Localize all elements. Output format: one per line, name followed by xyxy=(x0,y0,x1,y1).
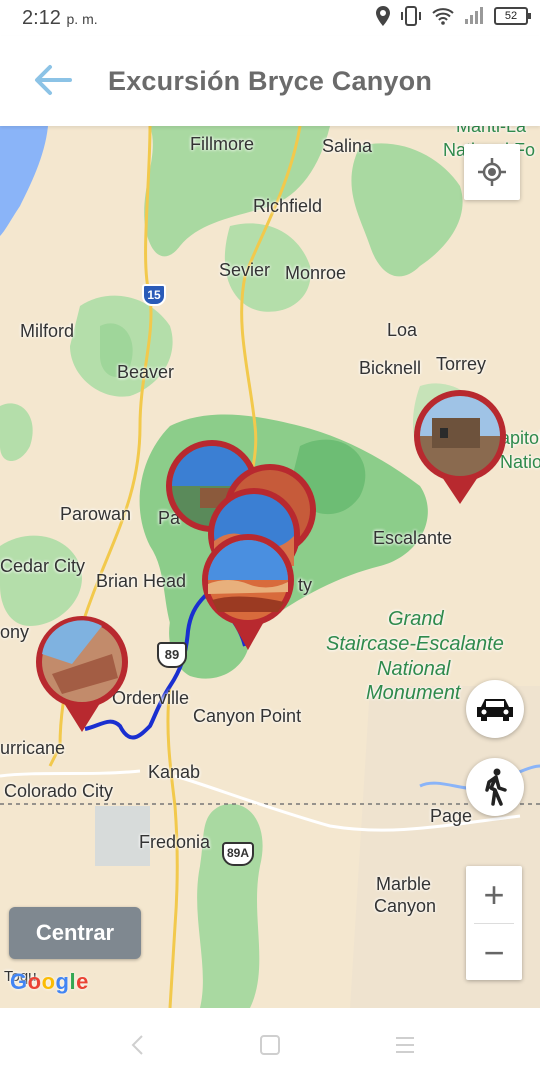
place-salina: Salina xyxy=(322,136,373,156)
system-nav-bar xyxy=(0,1008,540,1080)
page-title: Excursión Bryce Canyon xyxy=(108,66,433,96)
app-header: Excursión Bryce Canyon xyxy=(0,36,540,126)
zoom-out-button[interactable]: − xyxy=(466,924,522,981)
status-time: 2:12 p. m. xyxy=(22,7,98,30)
place-gsenm-national: National xyxy=(377,658,451,680)
chevron-left-icon xyxy=(131,1035,143,1055)
highway-shield-us89-label: 89 xyxy=(164,647,180,662)
zoom-in-button[interactable]: + xyxy=(466,866,522,923)
highway-shield-us89a: 89A xyxy=(222,842,254,866)
status-icons: 52 xyxy=(376,6,531,26)
highway-shield-i15-label: 15 xyxy=(147,288,161,302)
status-time-suffix: p. m. xyxy=(66,11,98,27)
highway-shield-i15: 15 xyxy=(142,284,166,306)
place-sevier: Sevier xyxy=(219,260,271,280)
place-beaver: Beaver xyxy=(117,362,175,382)
place-gsenm-staircase: Staircase-Escalante xyxy=(326,633,504,655)
signal-icon xyxy=(465,7,483,24)
place-kanab: Kanab xyxy=(148,762,201,782)
mode-walk-button[interactable] xyxy=(466,758,524,816)
place-parowan: Parowan xyxy=(60,504,132,524)
home-square-icon xyxy=(260,1035,280,1055)
nav-home-button[interactable] xyxy=(255,1032,285,1058)
place-escalante: Escalante xyxy=(373,528,453,548)
place-torrey: Torrey xyxy=(436,354,487,374)
place-colorado-city: Colorado City xyxy=(4,781,114,801)
crosshair-location-icon xyxy=(478,158,506,186)
place-hurricane: urricane xyxy=(0,738,66,758)
back-button[interactable] xyxy=(30,60,76,100)
place-loa: Loa xyxy=(387,320,418,340)
place-gsenm-monument: Monument xyxy=(366,682,461,704)
location-pin-icon xyxy=(376,6,390,26)
place-brian-head: Brian Head xyxy=(96,571,187,591)
place-canyon-point: Canyon Point xyxy=(193,706,302,726)
place-marble: Marble xyxy=(376,874,432,894)
arrow-left-icon xyxy=(35,65,72,95)
place-richfield: Richfield xyxy=(253,196,323,216)
place-canyon: Canyon xyxy=(374,896,437,916)
highway-shield-us89: 89 xyxy=(157,642,187,668)
pedestrian-walk-icon xyxy=(485,768,507,806)
google-logo: Google xyxy=(10,969,89,994)
place-bicknell: Bicknell xyxy=(359,358,422,378)
car-icon xyxy=(477,699,513,721)
nav-back-button[interactable] xyxy=(122,1032,152,1058)
zoom-controls: + − xyxy=(466,866,522,980)
highway-shield-us89a-label: 89A xyxy=(226,846,249,860)
battery-indicator: 52 xyxy=(494,7,531,25)
menu-lines-icon xyxy=(396,1037,414,1053)
my-location-button[interactable] xyxy=(464,144,520,200)
app-screen: 2:12 p. m. 52 Excursión Bryce Canyon Fil… xyxy=(0,0,540,1080)
place-cedar-city: Cedar City xyxy=(0,556,86,576)
map-view[interactable]: Fillmore Salina Manti-La National Fo Ric… xyxy=(0,126,540,1008)
place-manti: Manti-La xyxy=(456,126,527,136)
place-milford: Milford xyxy=(20,321,75,341)
vibrate-icon xyxy=(401,6,421,26)
place-fillmore: Fillmore xyxy=(190,134,255,154)
place-monroe: Monroe xyxy=(285,263,347,283)
nav-menu-button[interactable] xyxy=(390,1032,420,1058)
place-fredonia: Fredonia xyxy=(139,832,211,852)
center-button[interactable]: Centrar xyxy=(9,907,141,959)
status-bar: 2:12 p. m. 52 xyxy=(0,0,540,36)
photo-marker-zion[interactable] xyxy=(32,614,132,736)
photo-marker-bryce-amphitheater[interactable] xyxy=(198,532,298,652)
mode-car-button[interactable] xyxy=(466,680,524,738)
photo-marker-capitol-reef[interactable] xyxy=(410,388,510,506)
place-ony: ony xyxy=(0,622,30,642)
status-time-value: 2:12 xyxy=(22,7,61,29)
wifi-icon xyxy=(432,8,454,25)
place-page: Page xyxy=(430,806,473,826)
place-gsenm-grand: Grand xyxy=(388,608,444,630)
